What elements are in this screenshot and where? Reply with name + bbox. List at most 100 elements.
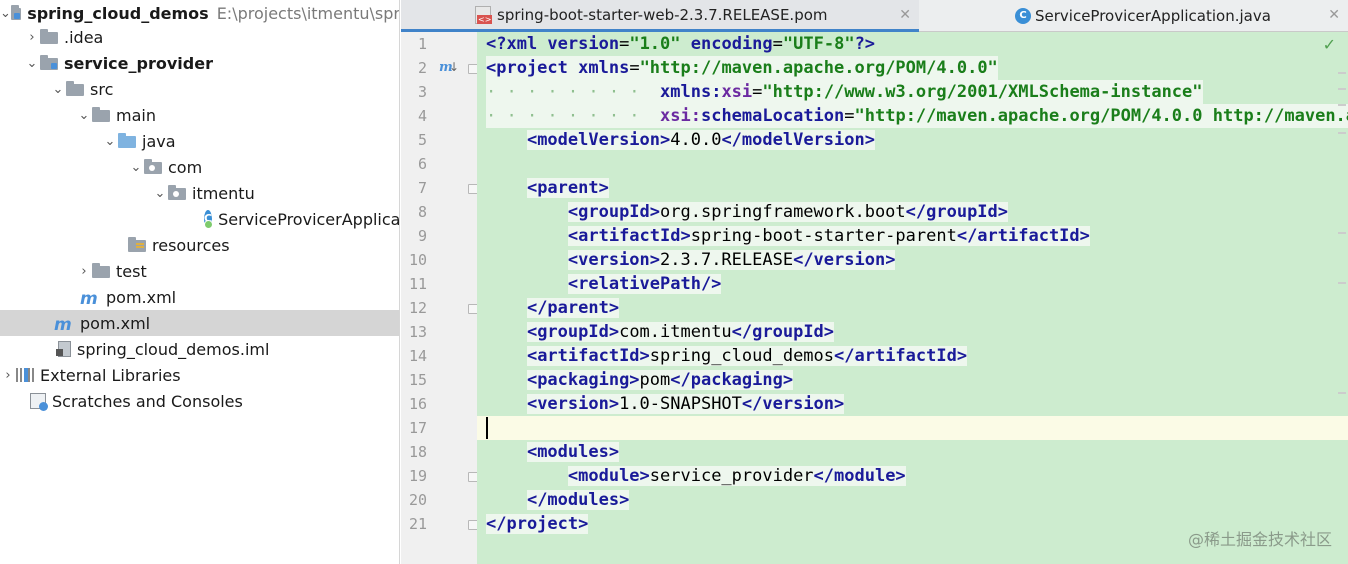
- tab-application-java[interactable]: C ServiceProvicerApplication.java ✕: [921, 0, 1348, 32]
- code-line-8[interactable]: <groupId>org.springframework.boot</group…: [486, 200, 1009, 224]
- tree-item-src[interactable]: ⌄ src: [0, 76, 399, 102]
- tree-item-java[interactable]: ⌄ java: [0, 128, 399, 154]
- tree-item-label: java: [142, 131, 176, 151]
- xml-file-icon: [475, 6, 493, 24]
- line-number: 16: [408, 395, 427, 413]
- tree-item-label: resources: [152, 235, 230, 255]
- code-line-11[interactable]: <relativePath/>: [486, 272, 722, 296]
- line-number: 15: [408, 371, 427, 389]
- code-editor[interactable]: <?xml version="1.0" encoding="UTF-8"?> <…: [477, 32, 1348, 564]
- tree-item-resources[interactable]: resources: [0, 232, 399, 258]
- tree-item-module-pom[interactable]: m pom.xml: [0, 284, 399, 310]
- tree-item-test[interactable]: › test: [0, 258, 399, 284]
- current-line-highlight: [477, 416, 1348, 440]
- line-number: 9: [417, 227, 427, 245]
- scroll-marker: [1338, 104, 1346, 106]
- line-number: 17: [408, 419, 427, 437]
- editor-gutter[interactable]: 1 2 3 4 5 6 7 8 9 10 11 12 13 14 15 16 1…: [401, 32, 507, 564]
- code-line-18[interactable]: <modules>: [486, 440, 620, 464]
- tree-item-label: .idea: [64, 27, 104, 47]
- tree-item-label: External Libraries: [40, 365, 181, 385]
- line-number: 2: [417, 59, 427, 77]
- scroll-marker: [1338, 232, 1346, 234]
- code-line-21[interactable]: </project>: [486, 512, 589, 536]
- code-line-12[interactable]: </parent>: [486, 296, 620, 320]
- line-number: 12: [408, 299, 427, 317]
- scroll-marker: [1338, 88, 1346, 90]
- tree-item-com[interactable]: ⌄ com: [0, 154, 399, 180]
- code-line-9[interactable]: <artifactId>spring-boot-starter-parent</…: [486, 224, 1090, 248]
- libraries-icon: [16, 368, 34, 382]
- code-line-1[interactable]: <?xml version="1.0" encoding="UTF-8"?>: [486, 32, 875, 56]
- chevron-right-icon[interactable]: ›: [24, 30, 40, 45]
- line-number: 13: [408, 323, 427, 341]
- chevron-down-icon[interactable]: ⌄: [152, 186, 168, 201]
- folder-icon: [66, 81, 84, 96]
- tree-item-idea[interactable]: › .idea: [0, 24, 399, 50]
- code-line-7[interactable]: <parent>: [486, 176, 609, 200]
- resources-folder-icon: [128, 237, 146, 252]
- code-line-5[interactable]: <modelVersion>4.0.0</modelVersion>: [486, 128, 875, 152]
- line-number: 14: [408, 347, 427, 365]
- tree-item-main[interactable]: ⌄ main: [0, 102, 399, 128]
- close-icon[interactable]: ✕: [899, 7, 911, 23]
- arrow-down-icon[interactable]: ↓: [449, 60, 459, 74]
- tree-item-iml[interactable]: spring_cloud_demos.iml: [0, 336, 399, 362]
- tree-item-label: pom.xml: [80, 313, 151, 333]
- tree-item-service-provider[interactable]: ⌄ service_provider: [0, 50, 399, 76]
- module-folder-icon: [10, 5, 22, 20]
- line-number: 18: [408, 443, 427, 461]
- tree-item-application-class[interactable]: C ServiceProvicerApplicat: [0, 206, 399, 232]
- chevron-down-icon[interactable]: ⌄: [128, 160, 144, 175]
- code-line-3[interactable]: · · · · · · · · xmlns:xsi="http://www.w3…: [486, 80, 1203, 104]
- code-line-13[interactable]: <groupId>com.itmentu</groupId>: [486, 320, 835, 344]
- line-number: 4: [417, 107, 427, 125]
- code-line-19[interactable]: <module>service_provider</module>: [486, 464, 906, 488]
- folder-icon: [92, 107, 110, 122]
- chevron-down-icon[interactable]: ⌄: [102, 134, 118, 149]
- tab-label: spring-boot-starter-web-2.3.7.RELEASE.po…: [497, 5, 828, 24]
- chevron-right-icon[interactable]: ›: [76, 264, 92, 279]
- code-line-4[interactable]: · · · · · · · · xsi:schemaLocation="http…: [486, 104, 1348, 128]
- tree-item-label: test: [116, 261, 147, 281]
- tree-item-root-pom[interactable]: m pom.xml: [0, 310, 399, 336]
- line-number: 8: [417, 203, 427, 221]
- chevron-down-icon[interactable]: ⌄: [0, 6, 11, 21]
- maven-icon: m: [80, 289, 98, 309]
- tree-item-label: main: [116, 105, 156, 125]
- tab-pom[interactable]: spring-boot-starter-web-2.3.7.RELEASE.po…: [401, 0, 919, 32]
- tree-item-external-libraries[interactable]: › External Libraries: [0, 362, 399, 388]
- code-line-10[interactable]: <version>2.3.7.RELEASE</version>: [486, 248, 896, 272]
- maven-icon: m: [54, 315, 72, 335]
- line-number: 1: [417, 35, 427, 53]
- source-folder-icon: [118, 133, 136, 148]
- code-line-14[interactable]: <artifactId>spring_cloud_demos</artifact…: [486, 344, 968, 368]
- code-line-20[interactable]: </modules>: [486, 488, 630, 512]
- folder-icon: [40, 29, 58, 44]
- tree-item-scratches[interactable]: Scratches and Consoles: [0, 388, 399, 414]
- line-number: 20: [408, 491, 427, 509]
- package-icon: [168, 185, 186, 200]
- line-number: 19: [408, 467, 427, 485]
- scroll-marker: [1338, 132, 1346, 134]
- editor-tabs: spring-boot-starter-web-2.3.7.RELEASE.po…: [401, 0, 1348, 32]
- folder-icon: [92, 263, 110, 278]
- code-line-16[interactable]: <version>1.0-SNAPSHOT</version>: [486, 392, 845, 416]
- scroll-marker: [1338, 72, 1346, 74]
- tree-item-itmentu[interactable]: ⌄ itmentu: [0, 180, 399, 206]
- scroll-marker: [1338, 392, 1346, 394]
- tree-item-label: spring_cloud_demos.iml: [77, 339, 270, 359]
- close-icon[interactable]: ✕: [1328, 7, 1340, 23]
- iml-file-icon: [56, 341, 71, 357]
- editor-scrollbar[interactable]: [1336, 32, 1348, 564]
- line-number: 7: [417, 179, 427, 197]
- chevron-down-icon[interactable]: ⌄: [76, 108, 92, 123]
- tree-item-label: Scratches and Consoles: [52, 391, 243, 411]
- tree-item-root[interactable]: ⌄ spring_cloud_demos E:\projects\itmentu…: [0, 0, 399, 26]
- chevron-down-icon[interactable]: ⌄: [50, 82, 66, 97]
- chevron-right-icon[interactable]: ›: [0, 368, 16, 383]
- project-tree[interactable]: ⌄ spring_cloud_demos E:\projects\itmentu…: [0, 0, 400, 564]
- code-line-15[interactable]: <packaging>pom</packaging>: [486, 368, 794, 392]
- chevron-down-icon[interactable]: ⌄: [24, 56, 40, 71]
- code-line-2[interactable]: <project xmlns="http://maven.apache.org/…: [486, 56, 998, 80]
